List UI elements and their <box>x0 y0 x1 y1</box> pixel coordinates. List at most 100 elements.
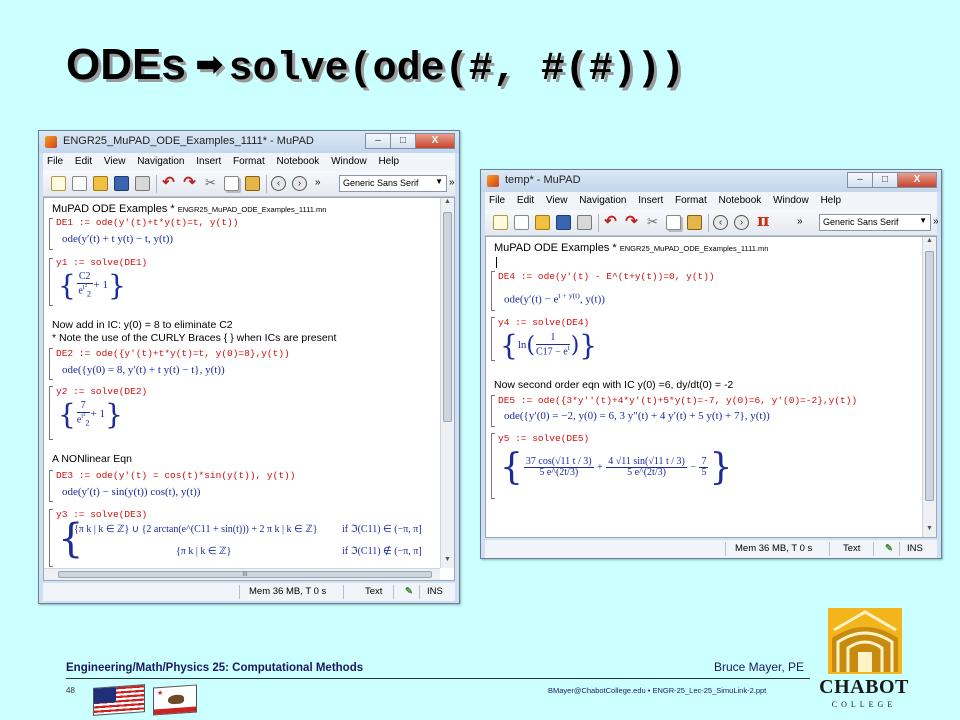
scroll-up-icon[interactable]: ▲ <box>923 237 936 249</box>
input-y1[interactable]: y1 := solve(DE1) <box>56 257 147 268</box>
input-de5[interactable]: DE5 := ode({3*y''(t)+4*y'(t)+5*y(t)=-7, … <box>498 395 857 406</box>
copy-icon[interactable] <box>666 215 681 230</box>
vertical-scrollbar[interactable]: ▲ ▼ <box>922 237 936 537</box>
toolbar-overflow-icon[interactable]: » <box>797 216 803 227</box>
horizontal-scrollbar[interactable]: III <box>44 568 440 580</box>
maximize-button[interactable]: □ <box>872 172 898 188</box>
window-titlebar[interactable]: ENGR25_MuPAD_ODE_Examples_1111* - MuPAD … <box>39 131 459 153</box>
note-nonlinear: A NONlinear Eqn <box>52 453 132 465</box>
open-folder-icon[interactable] <box>93 176 108 191</box>
output-y3-row2: {π k | k ∈ ℤ} <box>176 546 232 557</box>
copy-icon[interactable] <box>224 176 239 191</box>
font-select-value: Generic Sans Serif <box>823 217 899 227</box>
scroll-down-icon[interactable]: ▼ <box>441 556 454 568</box>
scroll-up-icon[interactable]: ▲ <box>441 198 454 210</box>
horizontal-scroll-thumb[interactable]: III <box>58 571 432 578</box>
input-de1[interactable]: DE1 := ode(y'(t)+t*y(t)=t, y(t)) <box>56 217 238 228</box>
toolbar-overflow-icon[interactable]: » <box>315 177 321 188</box>
redo-icon[interactable]: ↷ <box>624 214 639 230</box>
menu-view[interactable]: View <box>546 195 568 206</box>
menu-navigation[interactable]: Navigation <box>137 156 184 167</box>
menu-edit[interactable]: Edit <box>75 156 92 167</box>
input-de3[interactable]: DE3 := ode(y'(t) = cos(t)*sin(y(t)), y(t… <box>56 470 295 481</box>
paste-icon[interactable] <box>687 215 702 230</box>
forward-icon[interactable]: › <box>734 215 749 230</box>
vertical-scroll-thumb[interactable] <box>925 251 934 501</box>
chevron-down-icon: ▼ <box>919 216 927 225</box>
font-select-value: Generic Sans Serif <box>343 178 419 188</box>
page-number: 48 <box>66 686 75 695</box>
slide-title: ODEs ➡ solve(ode(#, #(#))) <box>66 40 946 92</box>
new-notebook-icon[interactable] <box>493 215 508 230</box>
input-y5[interactable]: y5 := solve(DE5) <box>498 433 589 444</box>
menu-notebook[interactable]: Notebook <box>277 156 320 167</box>
menu-help[interactable]: Help <box>820 195 841 206</box>
menu-navigation[interactable]: Navigation <box>579 195 626 206</box>
forward-icon[interactable]: › <box>292 176 307 191</box>
cut-icon[interactable]: ✂ <box>645 215 660 230</box>
window-titlebar[interactable]: temp* - MuPAD – □ X <box>481 170 941 192</box>
menu-view[interactable]: View <box>104 156 126 167</box>
menu-edit[interactable]: Edit <box>517 195 534 206</box>
symbolic-pi-icon[interactable]: π <box>757 213 772 230</box>
notebook-title: MuPAD ODE Examples * ENGR25_MuPAD_ODE_Ex… <box>494 242 768 254</box>
input-de4[interactable]: DE4 := ode(y'(t) - E^(t+y(t))=0, y(t)) <box>498 271 715 282</box>
menu-insert[interactable]: Insert <box>638 195 663 206</box>
maximize-button[interactable]: □ <box>390 133 416 149</box>
output-de1: ode(y′(t) + t y(t) − t, y(t)) <box>62 233 174 245</box>
menu-window[interactable]: Window <box>331 156 367 167</box>
scroll-down-icon[interactable]: ▼ <box>923 525 936 537</box>
save-icon[interactable] <box>114 176 129 191</box>
minimize-button[interactable]: – <box>365 133 391 149</box>
undo-icon[interactable]: ↶ <box>603 214 618 230</box>
note-ic-line1: Now add in IC: y(0) = 8 to eliminate C2 <box>52 319 233 331</box>
vertical-scroll-thumb[interactable] <box>443 212 452 422</box>
notebook-document[interactable]: MuPAD ODE Examples * ENGR25_MuPAD_ODE_Ex… <box>485 236 937 538</box>
cut-icon[interactable]: ✂ <box>203 176 218 191</box>
new-notebook-icon[interactable] <box>51 176 66 191</box>
font-select[interactable]: Generic Sans Serif ▼ <box>339 175 447 192</box>
menu-help[interactable]: Help <box>378 156 399 167</box>
redo-icon[interactable]: ↷ <box>182 175 197 191</box>
output-y2: {7 et²2 + 1} <box>58 398 123 431</box>
output-de4-exponent: t + y(t) <box>558 291 580 300</box>
save-icon[interactable] <box>556 215 571 230</box>
back-icon[interactable]: ‹ <box>713 215 728 230</box>
toolbar-overflow-icon[interactable]: » <box>449 177 455 188</box>
input-de2[interactable]: DE2 := ode({y'(t)+t*y(t)=t, y(0)=8},y(t)… <box>56 348 290 359</box>
vertical-scrollbar[interactable]: ▲ ▼ <box>440 198 454 568</box>
close-button[interactable]: X <box>415 133 455 149</box>
new-document-icon[interactable] <box>72 176 87 191</box>
new-document-icon[interactable] <box>514 215 529 230</box>
input-y4[interactable]: y4 := solve(DE4) <box>498 317 589 328</box>
menu-window[interactable]: Window <box>773 195 809 206</box>
menu-format[interactable]: Format <box>233 156 265 167</box>
menu-file[interactable]: File <box>47 156 63 167</box>
print-icon[interactable] <box>135 176 150 191</box>
arrow-icon: ➡ <box>195 46 223 82</box>
notebook-heading: MuPAD ODE Examples * <box>494 242 617 254</box>
chevron-down-icon: ▼ <box>435 177 443 186</box>
status-mode: Text <box>365 586 383 597</box>
notebook-document[interactable]: MuPAD ODE Examples * ENGR25_MuPAD_ODE_Ex… <box>43 197 455 581</box>
mupad-window-left[interactable]: ENGR25_MuPAD_ODE_Examples_1111* - MuPAD … <box>38 130 460 604</box>
mupad-window-right[interactable]: temp* - MuPAD – □ X File Edit View Navig… <box>480 169 942 559</box>
font-select[interactable]: Generic Sans Serif ▼ <box>819 214 931 231</box>
open-folder-icon[interactable] <box>535 215 550 230</box>
menu-notebook[interactable]: Notebook <box>719 195 762 206</box>
menu-format[interactable]: Format <box>675 195 707 206</box>
close-button[interactable]: X <box>897 172 937 188</box>
undo-icon[interactable]: ↶ <box>161 175 176 191</box>
paste-icon[interactable] <box>245 176 260 191</box>
menu-bar: File Edit View Navigation Insert Format … <box>485 192 937 210</box>
minimize-button[interactable]: – <box>847 172 873 188</box>
toolbar-overflow-icon[interactable]: » <box>933 216 939 227</box>
chabot-logo-mark-icon <box>828 608 902 674</box>
print-icon[interactable] <box>577 215 592 230</box>
input-y2[interactable]: y2 := solve(DE2) <box>56 386 147 397</box>
menu-file[interactable]: File <box>489 195 505 206</box>
back-icon[interactable]: ‹ <box>271 176 286 191</box>
output-y1-divisor: 2 <box>86 289 91 299</box>
note-ic-line2: * Note the use of the CURLY Braces { } w… <box>52 332 337 344</box>
menu-insert[interactable]: Insert <box>196 156 221 167</box>
